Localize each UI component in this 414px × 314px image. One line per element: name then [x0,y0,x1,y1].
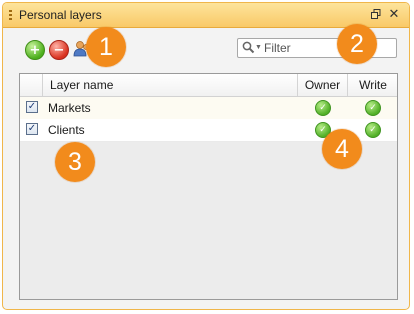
layers-grid: Layer name Owner Write ✓ Markets ✓ ✓ ✓ C… [19,73,398,300]
write-check-icon[interactable]: ✓ [365,122,381,138]
header-check-column[interactable] [20,74,42,96]
write-check-icon[interactable]: ✓ [365,100,381,116]
drag-grip-icon[interactable] [9,10,12,20]
plus-icon: + [29,42,41,58]
callout-badge-1: 1 [86,27,126,67]
search-icon[interactable] [242,41,255,54]
table-row[interactable]: ✓ Markets ✓ ✓ [20,97,397,120]
restore-icon[interactable] [369,7,383,21]
checkmark-icon: ✓ [27,101,37,112]
header-layer-name[interactable]: Layer name [42,74,297,96]
minus-icon: − [53,42,65,58]
callout-badge-3: 3 [55,142,95,182]
grid-header: Layer name Owner Write [20,74,397,97]
header-write[interactable]: Write [347,74,398,96]
window-title: Personal layers [19,8,102,22]
callout-badge-4: 4 [322,129,362,169]
title-bar[interactable]: Personal layers ✕ [3,3,409,28]
remove-layer-button[interactable]: − [49,40,69,60]
add-layer-button[interactable]: + [25,40,45,60]
row-checkbox[interactable]: ✓ [26,123,38,135]
header-owner[interactable]: Owner [297,74,347,96]
restore-glyph [371,9,381,19]
layer-name: Clients [48,123,85,137]
row-checkbox[interactable]: ✓ [26,101,38,113]
owner-check-icon[interactable]: ✓ [315,100,331,116]
dropdown-caret-icon[interactable]: ▼ [255,44,262,51]
callout-badge-2: 2 [337,24,377,64]
checkmark-icon: ✓ [27,123,37,134]
layer-name: Markets [48,101,91,115]
close-icon[interactable]: ✕ [387,6,401,21]
